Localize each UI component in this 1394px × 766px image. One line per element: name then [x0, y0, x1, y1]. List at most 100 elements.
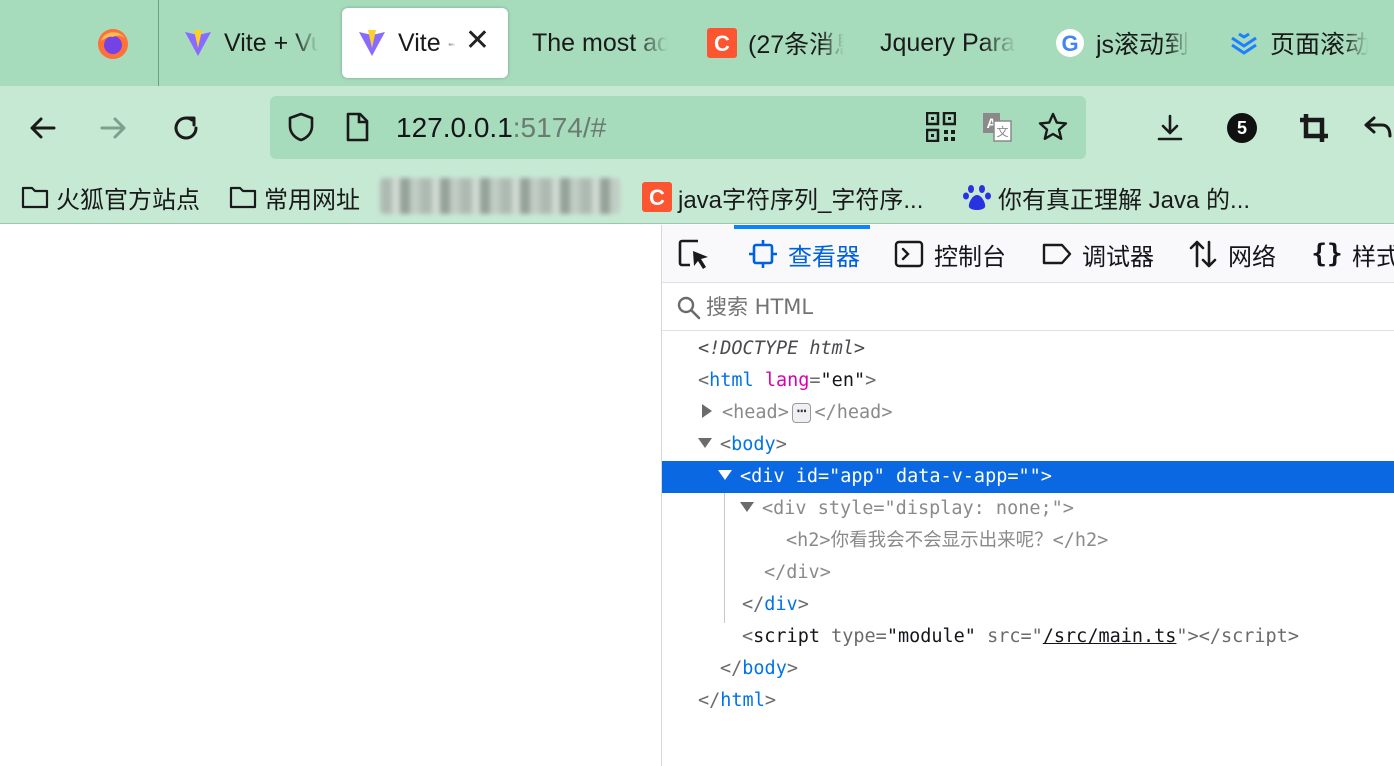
collapse-arrow-icon[interactable] — [740, 502, 754, 512]
tab-vite-active[interactable]: Vite - Vue ✕ — [342, 8, 508, 78]
devtools-panel: 查看器 控制台 调试器 网络 {} 样式 搜索 HTML <!DOCTYPE h… — [661, 225, 1394, 766]
svg-text:C: C — [649, 185, 665, 210]
page-icon — [340, 110, 374, 144]
tab-debugger[interactable]: 调试器 — [1040, 225, 1154, 283]
tree-node-html[interactable]: <html lang="en"> — [662, 365, 1394, 397]
tab-label: Vite + Vue — [224, 28, 318, 57]
devtools-toolbar: 查看器 控制台 调试器 网络 {} 样式 — [662, 225, 1394, 283]
tab-separator — [158, 0, 159, 86]
bookmark-folder-common[interactable]: 常用网址 — [228, 180, 368, 214]
badge-count: 5 — [1236, 118, 1247, 138]
tab-label: js滚动到 — [1096, 31, 1190, 59]
csdn-icon: C — [642, 182, 672, 212]
devtools-search — [662, 283, 1394, 331]
tab-label: 调试器 — [1082, 243, 1154, 271]
undo-button[interactable] — [1362, 106, 1394, 150]
url-path: :5174/# — [512, 112, 607, 143]
tab-style-editor[interactable]: {} 样式 — [1310, 225, 1394, 283]
download-icon — [1157, 114, 1183, 141]
bookmark-label: java字符序列_字符序... — [678, 186, 924, 214]
folder-icon — [20, 182, 50, 212]
shield-icon[interactable] — [284, 110, 318, 144]
collapse-arrow-icon[interactable] — [718, 470, 732, 480]
tree-node-head[interactable]: <head> ⋯ </head> — [662, 397, 1394, 429]
crop-icon — [1300, 114, 1328, 142]
element-picker-icon[interactable] — [676, 237, 712, 273]
tree-node-h2[interactable]: <h2>你看我会不会显示出来呢？</h2> — [662, 525, 1394, 557]
tab-strip: Vite + Vue Vite - Vue ✕ The most advance… — [0, 0, 1394, 86]
bookmark-label: 火狐官方站点 — [56, 186, 200, 214]
tab-jquery[interactable]: Jquery Parallax — [880, 8, 1016, 78]
back-button[interactable] — [20, 106, 64, 150]
tree-node-body[interactable]: <body> — [662, 429, 1394, 461]
svg-text:G: G — [1061, 31, 1078, 56]
tree-node-script[interactable]: <script type="module" src="/src/main.ts"… — [662, 621, 1394, 653]
tree-node-doctype[interactable]: <!DOCTYPE html> — [662, 333, 1394, 365]
bookmark-star-icon[interactable] — [1036, 110, 1070, 144]
braces-icon: {} — [1311, 239, 1343, 269]
search-icon — [677, 296, 701, 320]
url-bar[interactable]: 127.0.0.1:5174/# A文 — [270, 96, 1086, 159]
bookmark-csdn[interactable]: C java字符序列_字符序... — [642, 180, 923, 214]
tab-inspector[interactable]: 查看器 — [734, 225, 870, 283]
tab-label: 查看器 — [788, 243, 860, 271]
close-icon[interactable]: ✕ — [465, 26, 490, 56]
debugger-icon — [1040, 237, 1074, 271]
tab-label: (27条消息) — [748, 31, 844, 59]
tree-node-div-hidden[interactable]: <div style="display: none;"> — [662, 493, 1394, 525]
layers-icon — [1228, 27, 1260, 59]
tree-node-body-close[interactable]: </body> — [662, 653, 1394, 685]
google-icon: G — [1054, 27, 1086, 59]
h2-text: 你看我会不会显示出来呢？ — [830, 530, 1053, 551]
tab-layers[interactable]: 页面滚动 — [1228, 8, 1368, 78]
extension-badge-button[interactable]: 5 — [1220, 106, 1264, 150]
network-icon — [1186, 237, 1220, 271]
tab-label: The most advanced — [532, 28, 668, 57]
tab-label: 网络 — [1228, 243, 1276, 271]
undo-arrow-icon — [1364, 116, 1392, 138]
tab-label: 控制台 — [934, 243, 1006, 271]
tree-node-div-hidden-close[interactable]: </div> — [662, 557, 1394, 589]
bookmark-label: 你有真正理解 Java 的... — [998, 186, 1251, 214]
arrow-left-icon — [30, 117, 56, 139]
tab-the-most[interactable]: The most advanced — [532, 8, 668, 78]
svg-text:C: C — [714, 31, 730, 56]
tab-console[interactable]: 控制台 — [892, 225, 1006, 283]
collapsed-ellipsis-button[interactable]: ⋯ — [791, 403, 812, 423]
tab-vite-1[interactable]: Vite + Vue — [182, 8, 318, 78]
vite-icon — [182, 27, 214, 59]
bookmark-baidu[interactable]: 你有真正理解 Java 的... — [962, 180, 1250, 214]
tab-csdn[interactable]: C (27条消息) — [706, 8, 844, 78]
arrow-right-icon — [100, 117, 126, 139]
tab-label: Vite - Vue — [398, 28, 456, 57]
tab-network[interactable]: 网络 — [1186, 225, 1276, 283]
page-viewport[interactable] — [0, 225, 661, 766]
collapse-arrow-icon[interactable] — [698, 438, 712, 448]
tree-node-div-app-close[interactable]: </div> — [662, 589, 1394, 621]
firefox-icon[interactable] — [96, 27, 130, 61]
qr-code-icon[interactable] — [924, 110, 958, 144]
url-host: 127.0.0.1 — [396, 112, 513, 143]
tab-label: 样式 — [1352, 243, 1394, 271]
blurred-bookmarks — [380, 178, 620, 214]
navigation-toolbar: 127.0.0.1:5174/# A文 5 — [0, 86, 1394, 170]
forward-button[interactable] — [92, 106, 136, 150]
reload-button[interactable] — [164, 106, 208, 150]
bookmarks-toolbar: 火狐官方站点 常用网址 C java字符序列_字符序... 你有真正理解 Jav… — [0, 170, 1394, 224]
translate-icon[interactable]: A文 — [980, 110, 1014, 144]
script-src-link[interactable]: /src/main.ts — [1043, 626, 1177, 647]
bookmark-folder-firefox[interactable]: 火狐官方站点 — [20, 180, 200, 214]
tree-node-html-close[interactable]: </html> — [662, 685, 1394, 717]
expand-arrow-icon[interactable] — [702, 404, 712, 418]
vite-icon — [356, 27, 388, 59]
reload-icon — [174, 116, 198, 140]
tab-google[interactable]: G js滚动到 — [1054, 8, 1190, 78]
baidu-icon — [962, 182, 992, 212]
downloads-button[interactable] — [1148, 106, 1192, 150]
url-text[interactable]: 127.0.0.1:5174/# — [396, 112, 606, 144]
html-search-input[interactable] — [706, 289, 1366, 325]
bookmark-label: 常用网址 — [264, 186, 360, 214]
tab-label: 页面滚动 — [1270, 31, 1368, 59]
tree-node-div-app[interactable]: <div id="app" data-v-app=""> — [662, 461, 1394, 493]
screenshot-button[interactable] — [1292, 106, 1336, 150]
